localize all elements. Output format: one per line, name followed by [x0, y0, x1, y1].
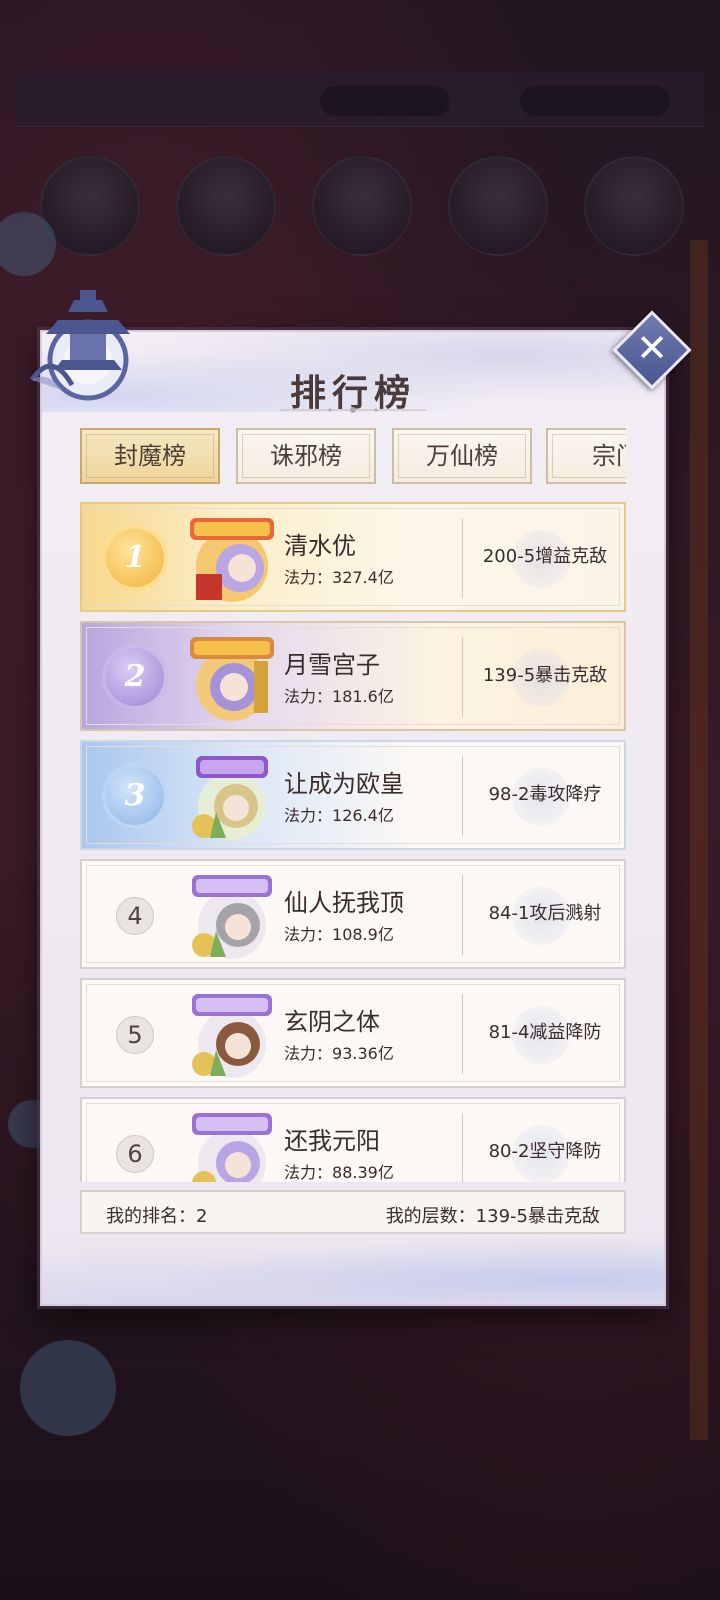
ranking-row[interactable]: 2 月雪宫子 法力：181.6亿 139-5暴击克敌: [80, 621, 626, 731]
player-name: 仙人抚我顶: [284, 889, 404, 917]
player-power: 法力：181.6亿: [284, 687, 394, 706]
ranking-row[interactable]: 4 仙人抚我顶 法力：108.9亿 84-1攻后溅射: [80, 859, 626, 969]
player-floor: 80-2坚守降防: [488, 1141, 602, 1162]
player-name: 让成为欧皇: [284, 770, 404, 798]
player-floor: 200-5增益克敌: [482, 546, 608, 567]
player-power: 法力：126.4亿: [284, 806, 394, 825]
rank-medal-silver-icon: 2: [106, 648, 164, 706]
background-resource-1: [320, 86, 450, 116]
background-side-button: [20, 1340, 116, 1436]
player-name: 月雪宫子: [284, 651, 380, 679]
ranking-row[interactable]: 6 还我元阳 法力：88.39亿 80-2坚守降防: [80, 1097, 626, 1182]
background-pillar: [690, 240, 708, 1440]
tab-zongmen[interactable]: 宗门: [546, 428, 626, 484]
ranking-list[interactable]: 1 清水优 法力：327.4亿 200-5增益克敌 2 月雪宫子 法力：181.…: [80, 500, 626, 1182]
player-portrait-avatar: [190, 518, 274, 602]
background-avatar: [584, 156, 684, 256]
player-portrait-avatar: [192, 756, 268, 840]
tab-wanxian[interactable]: 万仙榜: [392, 428, 532, 484]
rank-number: 5: [116, 1016, 154, 1054]
ranking-row[interactable]: 5 玄阴之体 法力：93.36亿 81-4减益降防: [80, 978, 626, 1088]
player-portrait-avatar: [192, 1113, 272, 1182]
tab-zhuxie[interactable]: 诛邪榜: [236, 428, 376, 484]
my-rank: 我的排名：2: [106, 1206, 208, 1227]
player-floor: 98-2毒攻降疗: [488, 784, 602, 805]
player-power: 法力：327.4亿: [284, 568, 394, 587]
player-floor: 139-5暴击克敌: [482, 665, 608, 686]
ranking-row[interactable]: 1 清水优 法力：327.4亿 200-5增益克敌: [80, 502, 626, 612]
player-portrait-avatar: [192, 994, 272, 1078]
player-name: 玄阴之体: [284, 1008, 380, 1036]
tab-fengmo[interactable]: 封魔榜: [80, 428, 220, 484]
player-floor: 81-4减益降防: [488, 1022, 602, 1043]
dialog-bottom-decoration: [42, 1224, 664, 1304]
rank-number: 6: [116, 1135, 154, 1173]
player-floor: 84-1攻后溅射: [488, 903, 602, 924]
player-name: 还我元阳: [284, 1127, 380, 1155]
ranking-row[interactable]: 3 让成为欧皇 法力：126.4亿 98-2毒攻降疗: [80, 740, 626, 850]
player-name: 清水优: [284, 532, 356, 560]
player-portrait-avatar: [192, 875, 272, 959]
background-avatar: [448, 156, 548, 256]
rank-medal-gold-icon: 1: [106, 529, 164, 587]
background-avatar: [312, 156, 412, 256]
player-portrait-avatar: [190, 637, 274, 721]
my-floor: 我的层数：139-5暴击克敌: [385, 1206, 600, 1227]
tab-bar: 封魔榜 诛邪榜 万仙榜 宗门: [80, 428, 626, 488]
rank-number: 4: [116, 897, 154, 935]
player-power: 法力：88.39亿: [284, 1163, 394, 1182]
background-resource-2: [520, 86, 670, 116]
background-avatar: [176, 156, 276, 256]
title-ornament-icon: [280, 407, 426, 413]
player-power: 法力：93.36亿: [284, 1044, 394, 1063]
rank-medal-bronze-icon: 3: [106, 767, 164, 825]
player-power: 法力：108.9亿: [284, 925, 394, 944]
my-rank-footer: 我的排名：2 我的层数：139-5暴击克敌: [80, 1190, 626, 1234]
